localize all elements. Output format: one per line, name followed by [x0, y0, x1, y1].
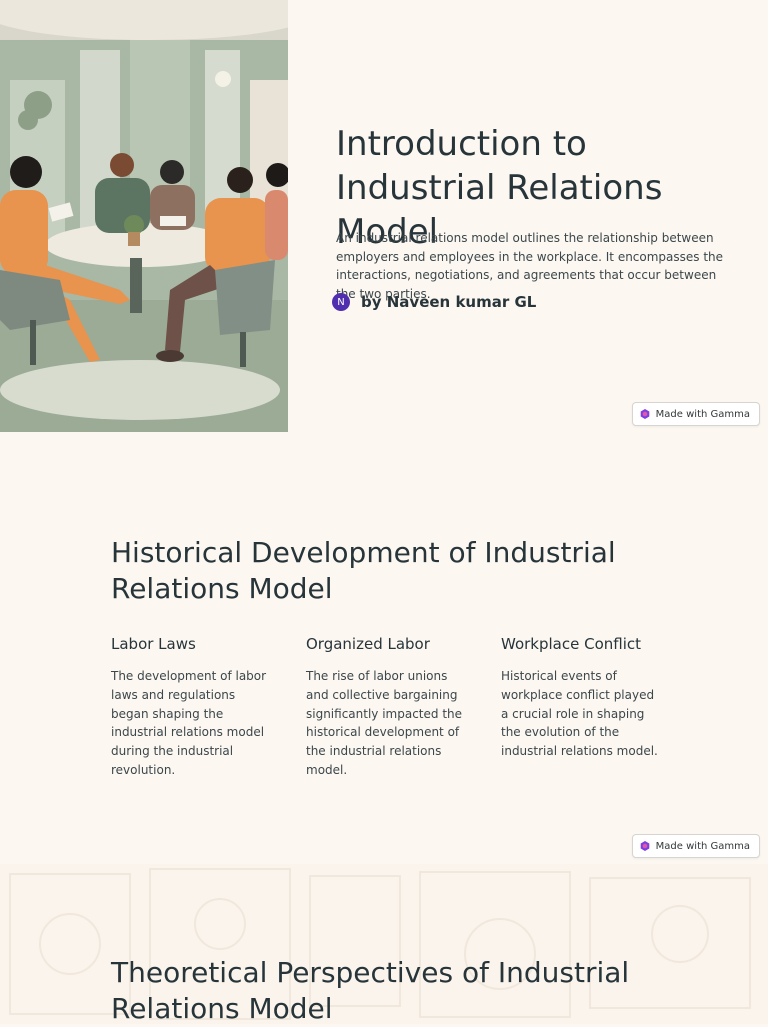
gamma-logo-icon [640, 409, 649, 419]
column-title: Workplace Conflict [501, 635, 642, 653]
made-with-gamma-button[interactable]: Made with Gamma [631, 402, 760, 426]
column-text: The rise of labor unions and collective … [306, 669, 463, 777]
made-with-gamma-button[interactable]: Made with Gamma [631, 834, 760, 858]
author-byline: N by Naveen kumar GL [332, 292, 536, 312]
author-name: by Naveen kumar GL [361, 293, 537, 311]
column-title: Organized Labor [306, 635, 430, 653]
column-text: The development of labor laws and regula… [111, 669, 267, 777]
made-with-gamma-label: Made with Gamma [655, 408, 750, 420]
history-column-organized-labor: Organized Labor The rise of labor unions… [306, 634, 470, 780]
history-column-workplace-conflict: Workplace Conflict Historical events of … [501, 634, 665, 780]
made-with-gamma-label: Made with Gamma [655, 840, 750, 852]
history-column-labor-laws: Labor Laws The development of labor laws… [111, 634, 275, 780]
hero-card: Introduction to Industrial Relations Mod… [0, 0, 768, 432]
gamma-logo-icon [640, 841, 649, 851]
hero-illustration [0, 0, 288, 432]
column-text: Historical events of workplace conflict … [501, 669, 658, 759]
avatar: N [332, 293, 350, 311]
column-title: Labor Laws [111, 635, 196, 653]
history-columns: Labor Laws The development of labor laws… [111, 634, 665, 780]
history-section-title: Historical Development of Industrial Rel… [111, 536, 616, 605]
theory-section-title: Theoretical Perspectives of Industrial R… [111, 956, 630, 1025]
